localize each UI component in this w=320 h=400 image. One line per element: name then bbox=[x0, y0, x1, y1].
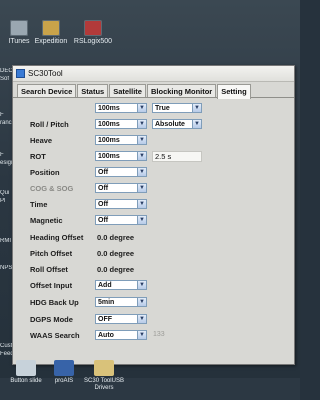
select-value: Add bbox=[98, 282, 112, 289]
folder-icon bbox=[94, 360, 114, 376]
hdg-backup-label: HDG Back Up bbox=[30, 298, 79, 307]
app-icon bbox=[16, 69, 25, 78]
document-icon bbox=[16, 360, 36, 376]
tab-search-device[interactable]: Search Device bbox=[17, 84, 77, 97]
chevron-down-icon: ▼ bbox=[137, 136, 146, 144]
desktop-icon-label: RSLogix500 bbox=[73, 38, 113, 45]
chevron-down-icon: ▼ bbox=[137, 200, 146, 208]
select-value: 100ms bbox=[98, 153, 120, 160]
window-title: SC30Tool bbox=[28, 69, 63, 78]
position-label: Position bbox=[30, 168, 60, 177]
pitch-offset-label: Pitch Offset bbox=[30, 249, 73, 258]
chevron-down-icon: ▼ bbox=[137, 120, 146, 128]
tab-bar: Search Device Status Satellite Blocking … bbox=[13, 84, 294, 99]
select-value: Off bbox=[98, 185, 109, 192]
chevron-down-icon: ▼ bbox=[137, 216, 146, 224]
time-rate-select[interactable]: Off ▼ bbox=[95, 199, 147, 209]
desktop-icon-label: Expedition bbox=[34, 38, 68, 45]
dgps-mode-label: DGPS Mode bbox=[30, 315, 73, 324]
time-label: Time bbox=[30, 200, 48, 209]
chevron-down-icon: ▼ bbox=[137, 104, 146, 112]
select-value: Off bbox=[98, 169, 109, 176]
select-value: Absolute bbox=[155, 121, 185, 128]
rot-rate-select[interactable]: 100ms ▼ bbox=[95, 151, 147, 161]
cog-sog-label: COG & SOG bbox=[30, 184, 74, 193]
sc30tool-window: SC30Tool Search Device Status Satellite … bbox=[12, 65, 295, 365]
tab-setting[interactable]: Setting bbox=[217, 84, 251, 99]
pitch-offset-value: 0.0 degree bbox=[97, 249, 135, 258]
heave-rate-select[interactable]: 100ms ▼ bbox=[95, 135, 147, 145]
top-option-select[interactable]: True ▼ bbox=[152, 103, 202, 113]
desktop-icon-rslogix[interactable]: RSLogix500 bbox=[70, 20, 116, 45]
expedition-icon bbox=[42, 20, 60, 36]
settings-panel: 100ms ▼ True ▼ Roll / Pitch 100ms ▼ Abso… bbox=[13, 98, 294, 364]
desktop-icon-label: Button slide bbox=[10, 378, 42, 384]
select-value: OFF bbox=[98, 316, 112, 323]
roll-offset-value: 0.0 degree bbox=[97, 265, 135, 274]
tab-satellite[interactable]: Satellite bbox=[109, 84, 146, 97]
roll-pitch-rate-select[interactable]: 100ms ▼ bbox=[95, 119, 147, 129]
desktop-icon-label: ITunes bbox=[8, 38, 30, 45]
cog-sog-rate-select[interactable]: Off ▼ bbox=[95, 183, 147, 193]
chevron-down-icon: ▼ bbox=[192, 104, 201, 112]
desktop-icon-label: proAIS bbox=[54, 378, 74, 384]
waas-prn-hint: 133 bbox=[153, 331, 165, 338]
desktop-icon-label: SC30 ToolUSB Drivers bbox=[84, 378, 124, 392]
select-value: Off bbox=[98, 201, 109, 208]
select-value: Auto bbox=[98, 332, 114, 339]
heading-offset-label: Heading Offset bbox=[30, 233, 84, 242]
roll-offset-label: Roll Offset bbox=[30, 265, 68, 274]
desktop-icon-sc30-drivers[interactable]: SC30 ToolUSB Drivers bbox=[74, 360, 134, 392]
select-value: 100ms bbox=[98, 137, 120, 144]
magnetic-label: Magnetic bbox=[30, 216, 63, 225]
chevron-down-icon: ▼ bbox=[137, 331, 146, 339]
select-value: 5min bbox=[98, 299, 115, 306]
proais-icon bbox=[54, 360, 74, 376]
rslogix-icon bbox=[84, 20, 102, 36]
tab-status[interactable]: Status bbox=[77, 84, 109, 97]
magnetic-rate-select[interactable]: Off ▼ bbox=[95, 215, 147, 225]
heading-offset-value: 0.0 degree bbox=[97, 233, 135, 242]
select-value: True bbox=[155, 105, 170, 112]
offset-input-select[interactable]: Add ▼ bbox=[95, 280, 147, 290]
waas-search-label: WAAS Search bbox=[30, 331, 80, 340]
select-value: 100ms bbox=[98, 105, 120, 112]
hdg-backup-select[interactable]: 5min ▼ bbox=[95, 297, 147, 307]
desktop-icon-expedition[interactable]: Expedition bbox=[28, 20, 74, 45]
offset-input-label: Offset Input bbox=[30, 281, 73, 290]
chevron-down-icon: ▼ bbox=[137, 184, 146, 192]
dgps-mode-select[interactable]: OFF ▼ bbox=[95, 314, 147, 324]
window-titlebar[interactable]: SC30Tool bbox=[13, 66, 294, 82]
tab-blocking-monitor[interactable]: Blocking Monitor bbox=[146, 84, 217, 97]
roll-pitch-label: Roll / Pitch bbox=[30, 120, 69, 129]
itunes-icon bbox=[10, 20, 28, 36]
rot-label: ROT bbox=[30, 152, 46, 161]
position-rate-select[interactable]: Off ▼ bbox=[95, 167, 147, 177]
chevron-down-icon: ▼ bbox=[192, 120, 201, 128]
heave-label: Heave bbox=[30, 136, 53, 145]
chevron-down-icon: ▼ bbox=[137, 152, 146, 160]
rot-value-field[interactable]: 2.5 s bbox=[152, 151, 202, 162]
chevron-down-icon: ▼ bbox=[137, 315, 146, 323]
chevron-down-icon: ▼ bbox=[137, 298, 146, 306]
select-value: 100ms bbox=[98, 121, 120, 128]
chevron-down-icon: ▼ bbox=[137, 168, 146, 176]
chevron-down-icon: ▼ bbox=[137, 281, 146, 289]
top-rate-select[interactable]: 100ms ▼ bbox=[95, 103, 147, 113]
waas-search-select[interactable]: Auto ▼ bbox=[95, 330, 147, 340]
roll-pitch-mode-select[interactable]: Absolute ▼ bbox=[152, 119, 202, 129]
select-value: Off bbox=[98, 217, 109, 224]
